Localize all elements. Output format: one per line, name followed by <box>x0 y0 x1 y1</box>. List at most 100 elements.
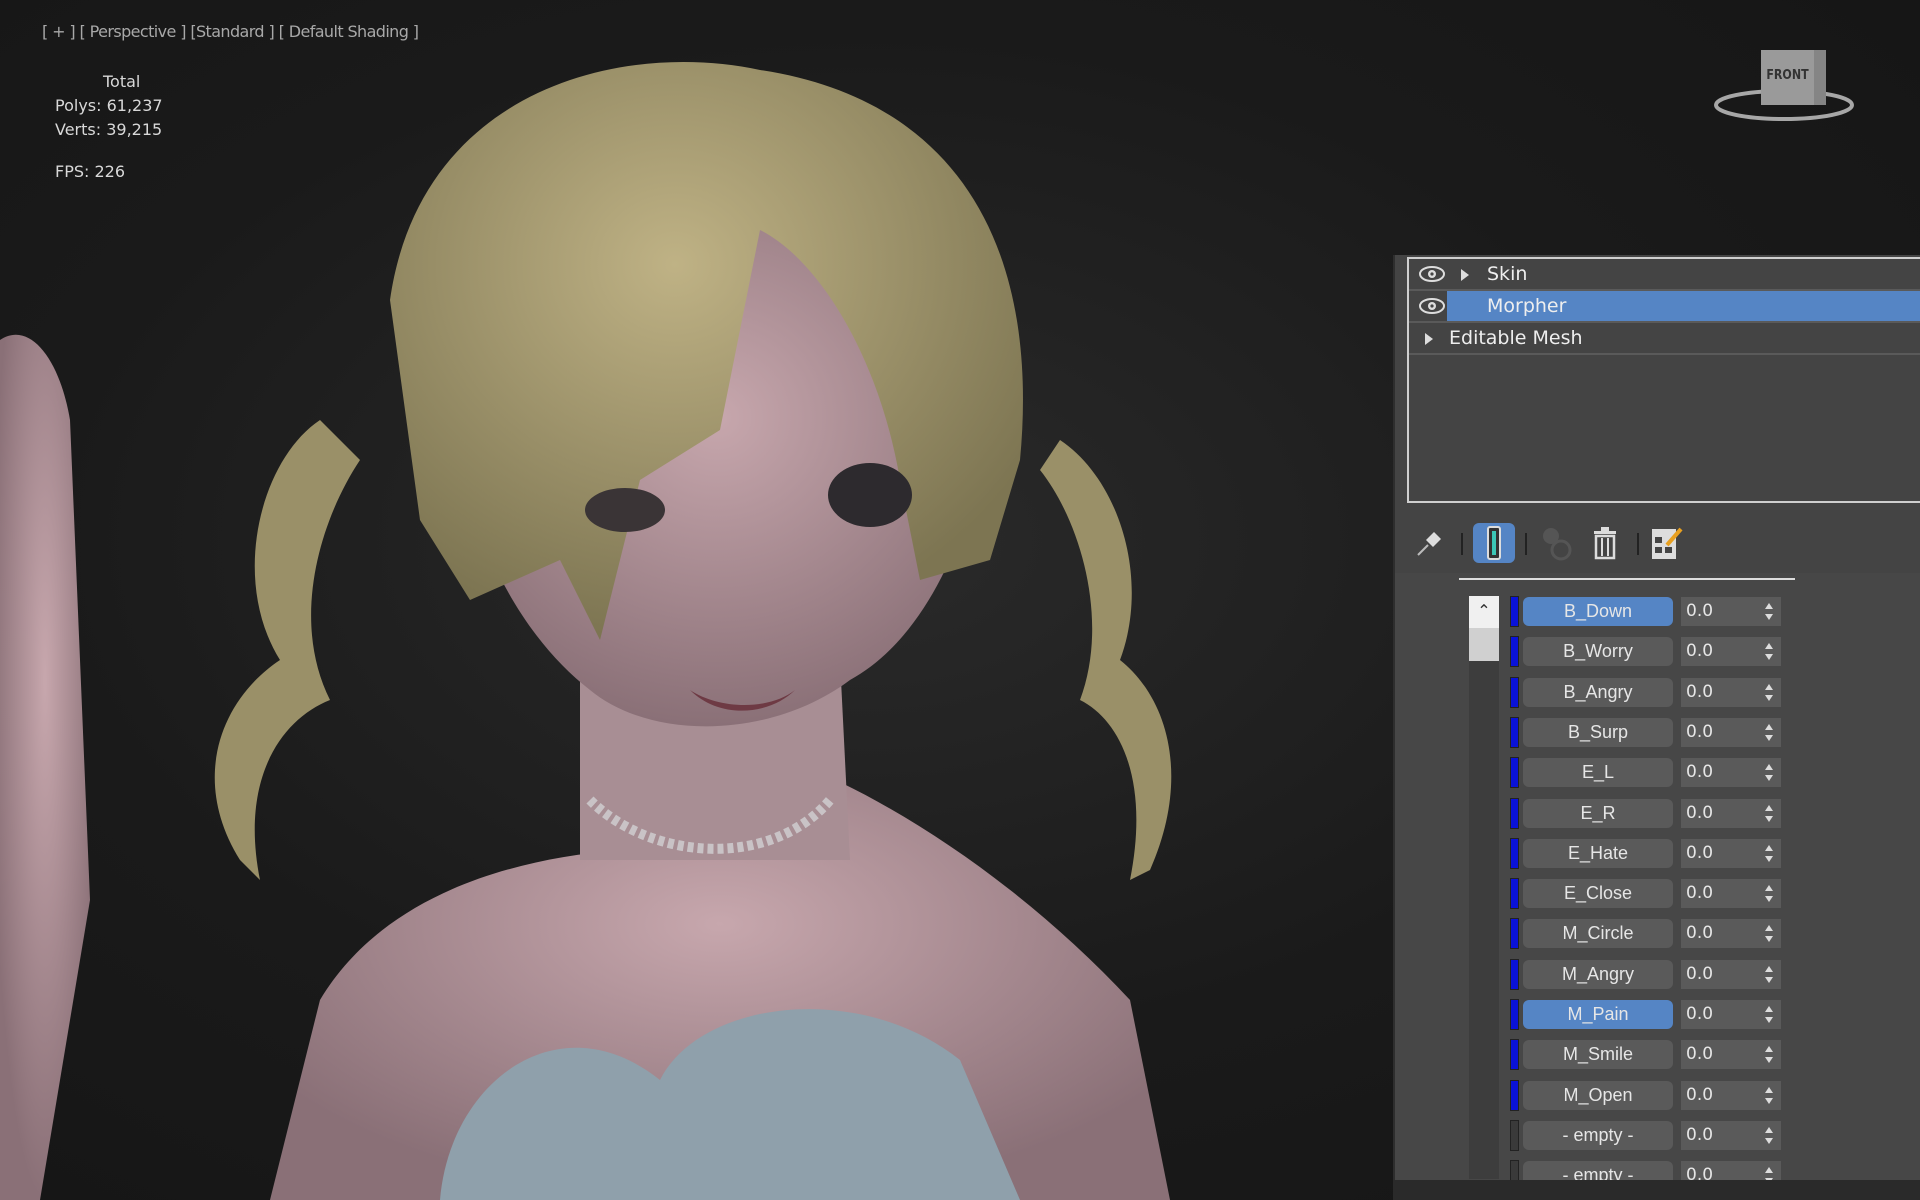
channel-value[interactable]: 0.0 <box>1686 803 1713 823</box>
separator <box>1461 533 1463 555</box>
channel-value[interactable]: 0.0 <box>1686 641 1713 661</box>
channel-name-button[interactable]: B_Down <box>1523 597 1673 626</box>
channel-name-button[interactable]: E_Hate <box>1523 838 1673 868</box>
spinner-arrows-icon[interactable] <box>1765 1086 1773 1105</box>
morph-channel-row: E_Close 0.0 <box>1395 878 1920 910</box>
expand-arrow-icon[interactable] <box>1425 333 1433 345</box>
spinner-arrows-icon[interactable] <box>1765 1045 1773 1064</box>
spinner-arrows-icon[interactable] <box>1765 642 1773 661</box>
channel-value-spinner[interactable]: 0.0 <box>1681 758 1781 788</box>
show-end-result-button[interactable] <box>1473 523 1515 563</box>
spinner-arrows-icon[interactable] <box>1765 965 1773 984</box>
channel-status-indicator <box>1510 918 1519 950</box>
configure-modifier-sets-icon <box>1652 527 1683 559</box>
viewport-label-menu[interactable]: [ + ] [ Perspective ] [Standard ] [ Defa… <box>42 22 419 41</box>
stats-verts: Verts: 39,215 <box>55 120 163 139</box>
panel-bottom-edge <box>1393 1180 1920 1200</box>
spinner-arrows-icon[interactable] <box>1765 723 1773 742</box>
channel-status-indicator <box>1510 878 1519 910</box>
make-unique-icon <box>1543 528 1572 561</box>
configure-modifier-sets-button[interactable] <box>1649 523 1685 563</box>
channel-value-spinner[interactable]: 0.0 <box>1681 1000 1781 1029</box>
channel-status-indicator <box>1510 999 1519 1030</box>
spinner-arrows-icon[interactable] <box>1765 924 1773 943</box>
channel-value-spinner[interactable]: 0.0 <box>1681 959 1781 989</box>
morph-channel-row: M_Open 0.0 <box>1395 1079 1920 1111</box>
spinner-arrows-icon[interactable] <box>1765 804 1773 823</box>
spinner-arrows-icon[interactable] <box>1765 763 1773 782</box>
eye-icon[interactable] <box>1419 266 1445 282</box>
morph-channel-row: E_Hate 0.0 <box>1395 837 1920 869</box>
channel-status-indicator <box>1510 596 1519 627</box>
channel-value-spinner[interactable]: 0.0 <box>1681 1040 1781 1070</box>
channel-value-spinner[interactable]: 0.0 <box>1681 838 1781 868</box>
channel-value-spinner[interactable]: 0.0 <box>1681 1120 1781 1150</box>
channel-status-indicator <box>1510 1079 1519 1111</box>
channel-name-button[interactable]: E_L <box>1523 758 1673 788</box>
channel-name-button[interactable]: - empty - <box>1523 1120 1673 1150</box>
channel-value[interactable]: 0.0 <box>1686 601 1713 621</box>
channel-value[interactable]: 0.0 <box>1686 1125 1713 1145</box>
channel-value[interactable]: 0.0 <box>1686 843 1713 863</box>
modifier-stack-list[interactable]: Skin Morpher Editable Mesh <box>1407 257 1920 503</box>
channel-value[interactable]: 0.0 <box>1686 1085 1713 1105</box>
channel-status-indicator <box>1510 636 1519 668</box>
channel-value[interactable]: 0.0 <box>1686 964 1713 984</box>
channel-name-button[interactable]: E_R <box>1523 798 1673 828</box>
spinner-arrows-icon[interactable] <box>1765 683 1773 702</box>
channel-value[interactable]: 0.0 <box>1686 722 1713 742</box>
channel-name-button[interactable]: B_Angry <box>1523 677 1673 707</box>
morph-channel-row: B_Angry 0.0 <box>1395 676 1920 708</box>
channel-value[interactable]: 0.0 <box>1686 1004 1713 1024</box>
remove-modifier-button[interactable] <box>1587 523 1623 563</box>
channel-status-indicator <box>1510 757 1519 789</box>
modifier-item-editable-mesh[interactable]: Editable Mesh <box>1409 323 1920 355</box>
modifier-stack-toolbar <box>1395 513 1920 563</box>
channel-value-spinner[interactable]: 0.0 <box>1681 798 1781 828</box>
channel-value-spinner[interactable]: 0.0 <box>1681 1080 1781 1110</box>
pin-stack-icon <box>1417 532 1441 556</box>
modifier-label: Morpher <box>1487 295 1567 317</box>
channel-name-button[interactable]: M_Angry <box>1523 959 1673 989</box>
eye-icon[interactable] <box>1419 298 1445 314</box>
channel-status-indicator <box>1510 797 1519 829</box>
channel-value[interactable]: 0.0 <box>1686 682 1713 702</box>
modifier-item-skin[interactable]: Skin <box>1409 259 1920 291</box>
spinner-arrows-icon[interactable] <box>1765 1005 1773 1024</box>
spinner-arrows-icon[interactable] <box>1765 884 1773 903</box>
channel-value[interactable]: 0.0 <box>1686 923 1713 943</box>
channel-value-spinner[interactable]: 0.0 <box>1681 879 1781 909</box>
modifier-label: Editable Mesh <box>1449 327 1583 349</box>
modify-panel: Skin Morpher Editable Mesh ⌃ B_Down 0.0 … <box>1393 255 1920 1192</box>
channel-value-spinner[interactable]: 0.0 <box>1681 919 1781 949</box>
channel-name-button[interactable]: M_Circle <box>1523 919 1673 949</box>
channel-name-button[interactable]: M_Pain <box>1523 1000 1673 1029</box>
viewcube[interactable]: FRONT <box>1714 45 1864 125</box>
spinner-arrows-icon[interactable] <box>1765 602 1773 621</box>
separator <box>1525 533 1527 555</box>
channel-name-button[interactable]: M_Open <box>1523 1080 1673 1110</box>
channel-value-spinner[interactable]: 0.0 <box>1681 677 1781 707</box>
channel-name-button[interactable]: E_Close <box>1523 879 1673 909</box>
expand-arrow-icon[interactable] <box>1461 269 1469 281</box>
channel-value-spinner[interactable]: 0.0 <box>1681 637 1781 667</box>
channel-value[interactable]: 0.0 <box>1686 762 1713 782</box>
spinner-arrows-icon[interactable] <box>1765 844 1773 863</box>
morph-channel-row: E_L 0.0 <box>1395 757 1920 789</box>
modifier-item-morpher[interactable]: Morpher <box>1409 291 1920 323</box>
channel-value-spinner[interactable]: 0.0 <box>1681 597 1781 626</box>
channel-value-spinner[interactable]: 0.0 <box>1681 717 1781 747</box>
fps-readout: FPS: 226 <box>55 162 126 181</box>
spinner-arrows-icon[interactable] <box>1765 1126 1773 1145</box>
channel-name-button[interactable]: B_Worry <box>1523 637 1673 667</box>
pin-stack-button[interactable] <box>1411 523 1447 563</box>
make-unique-button[interactable] <box>1539 523 1575 563</box>
viewcube-front-face[interactable]: FRONT <box>1765 68 1810 83</box>
channel-value[interactable]: 0.0 <box>1686 883 1713 903</box>
morph-channel-row: B_Surp 0.0 <box>1395 716 1920 748</box>
channel-value[interactable]: 0.0 <box>1686 1044 1713 1064</box>
morph-channel-row: M_Smile 0.0 <box>1395 1039 1920 1071</box>
modifier-label: Skin <box>1487 263 1528 285</box>
channel-name-button[interactable]: M_Smile <box>1523 1040 1673 1070</box>
channel-name-button[interactable]: B_Surp <box>1523 717 1673 747</box>
